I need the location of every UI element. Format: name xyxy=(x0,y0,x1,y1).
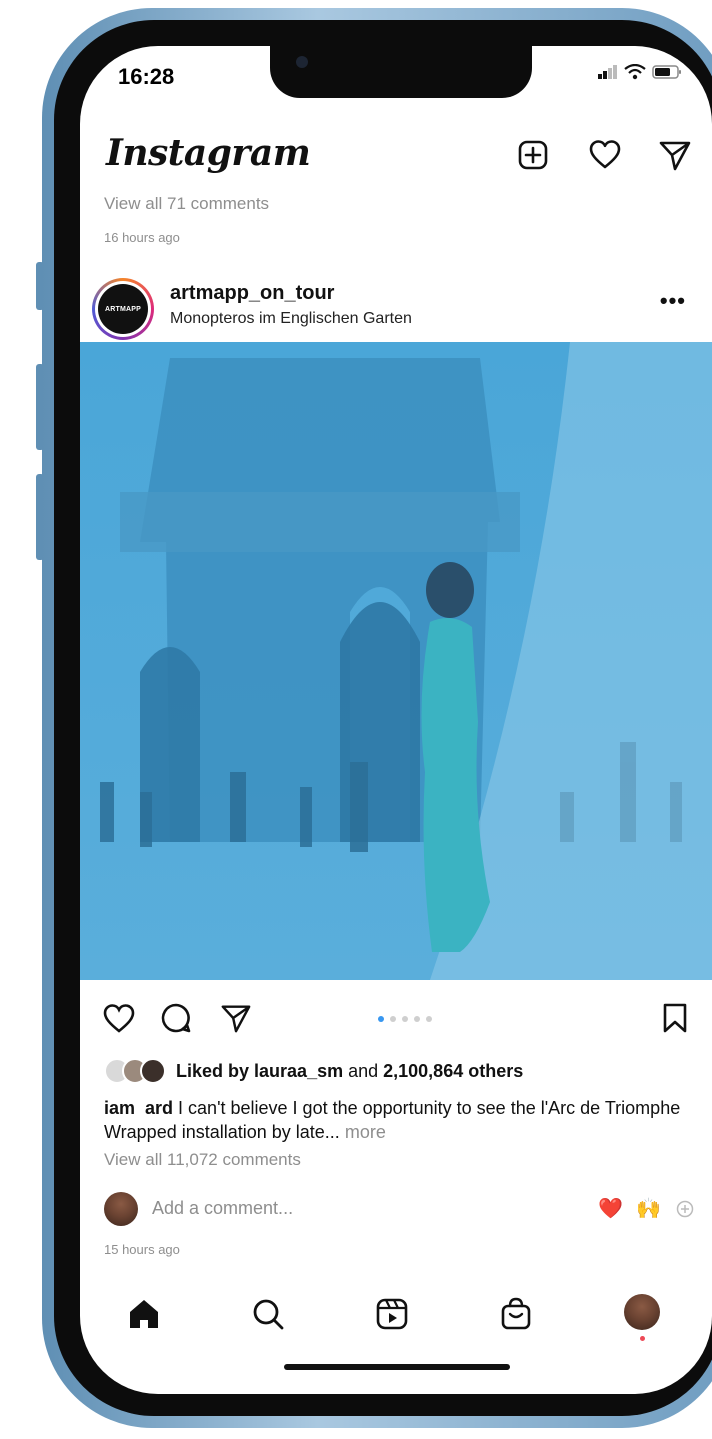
post-actions xyxy=(80,996,712,1040)
raising-hands-emoji-reaction[interactable]: 🙌 xyxy=(636,1196,661,1221)
heart-emoji-reaction[interactable]: ❤️ xyxy=(598,1196,623,1221)
wifi-icon xyxy=(624,64,646,80)
search-icon[interactable] xyxy=(248,1294,288,1334)
likes-count[interactable]: 2,100,864 others xyxy=(383,1061,523,1082)
heart-icon[interactable] xyxy=(588,138,622,172)
profile-avatar[interactable] xyxy=(624,1294,660,1330)
avatar xyxy=(104,1192,138,1226)
share-icon[interactable] xyxy=(220,1002,252,1034)
phone-screen: 16:28 Instagram View all 71 comments 16 … xyxy=(80,46,712,1394)
avatar-logo-text: ARTMAPP xyxy=(98,284,148,334)
comment-input[interactable]: Add a comment... xyxy=(152,1198,293,1219)
home-icon[interactable] xyxy=(124,1294,164,1334)
post-header: ARTMAPP artmapp_on_tour Monopteros im En… xyxy=(80,274,712,340)
liked-by-avatars xyxy=(104,1058,166,1084)
post-timestamp: 16 hours ago xyxy=(104,230,180,245)
more-options-icon[interactable]: ••• xyxy=(660,288,686,314)
add-post-icon[interactable] xyxy=(516,138,550,172)
post-timestamp: 15 hours ago xyxy=(104,1242,180,1257)
reels-icon[interactable] xyxy=(372,1294,412,1334)
notch xyxy=(270,46,532,98)
add-emoji-icon[interactable] xyxy=(676,1200,694,1218)
post-location[interactable]: Monopteros im Englischen Garten xyxy=(170,310,412,328)
signal-icon xyxy=(598,65,618,79)
add-comment-row: Add a comment... ❤️ 🙌 xyxy=(104,1190,694,1230)
app-header: Instagram xyxy=(80,132,712,188)
photo-illustration xyxy=(80,342,712,980)
comment-icon[interactable] xyxy=(160,1002,192,1034)
story-avatar[interactable]: ARTMAPP xyxy=(92,278,154,340)
shop-icon[interactable] xyxy=(496,1294,536,1334)
post-caption: iam ard I can't believe I got the opport… xyxy=(104,1096,694,1144)
liked-by-user[interactable]: lauraa_sm xyxy=(254,1061,343,1082)
home-indicator[interactable] xyxy=(284,1364,510,1370)
liked-by-suffix: and xyxy=(343,1060,384,1081)
caption-more-link[interactable]: more xyxy=(345,1122,386,1142)
status-time: 16:28 xyxy=(118,64,175,89)
post-image[interactable] xyxy=(80,342,712,980)
like-icon[interactable] xyxy=(102,1002,136,1034)
liked-by-prefix: Liked by xyxy=(176,1060,255,1081)
notification-dot xyxy=(640,1336,645,1341)
post-username[interactable]: artmapp_on_tour xyxy=(170,282,334,305)
bottom-tab-bar xyxy=(80,1284,712,1344)
view-all-comments-link[interactable]: View all 71 comments xyxy=(104,194,269,214)
view-all-comments-link[interactable]: View all 11,072 comments xyxy=(104,1150,301,1170)
direct-message-icon[interactable] xyxy=(658,138,692,172)
caption-text: I can't believe I got the opportunity to… xyxy=(104,1098,681,1142)
battery-icon xyxy=(652,65,681,79)
likes-summary[interactable]: Liked by lauraa_sm and 2,100,864 others xyxy=(104,1058,523,1084)
caption-username[interactable]: iam ard xyxy=(104,1098,173,1118)
carousel-indicator xyxy=(378,1016,432,1022)
bookmark-icon[interactable] xyxy=(662,1002,688,1034)
instagram-logo[interactable]: Instagram xyxy=(106,132,311,174)
status-icons xyxy=(598,64,682,80)
